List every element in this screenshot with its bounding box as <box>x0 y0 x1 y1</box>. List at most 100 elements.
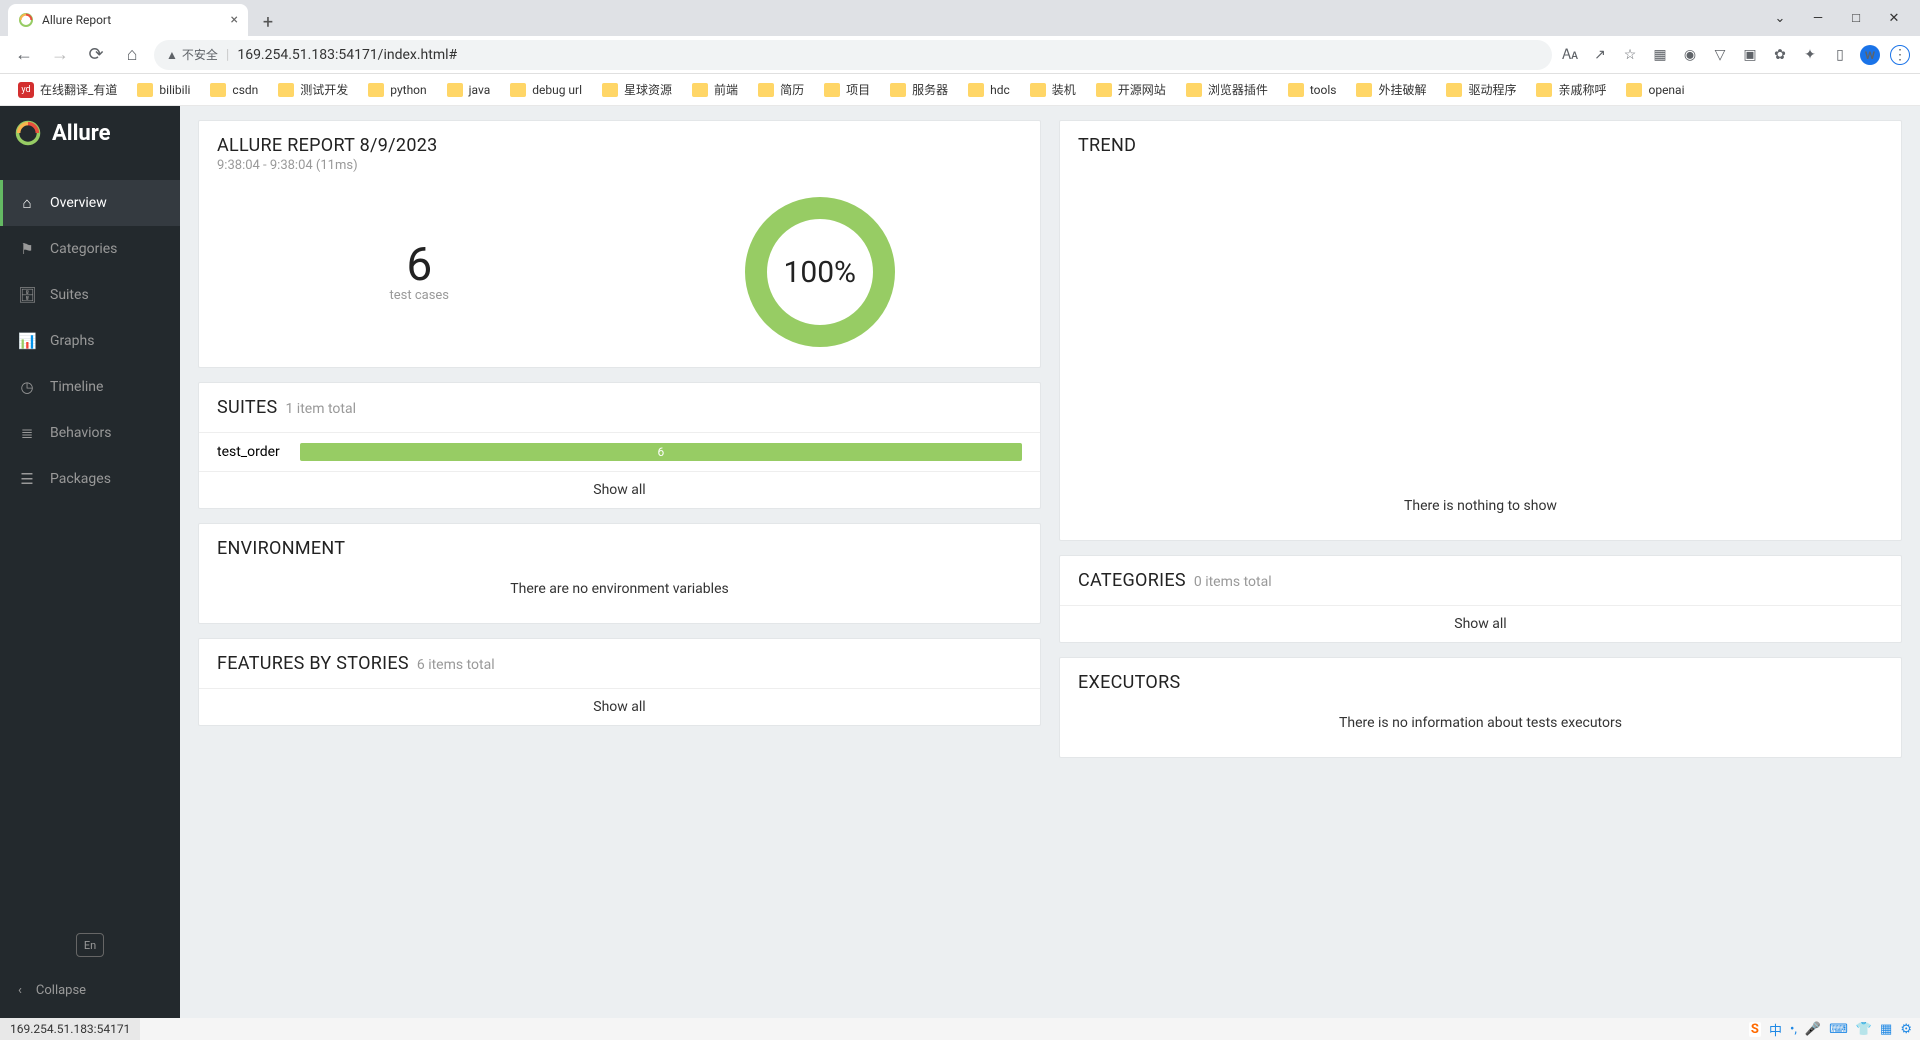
clock-icon: ◷ <box>18 378 36 396</box>
tab-title: Allure Report <box>42 13 111 27</box>
bookmark-item[interactable]: 前端 <box>684 77 746 102</box>
ime-tray: S 中 •, 🎤 ⌨ 👕 ▦ ⚙ <box>1741 1018 1920 1040</box>
test-count-label: test cases <box>219 288 620 303</box>
allure-logo-icon <box>14 119 42 147</box>
features-title: FEATURES BY STORIES <box>217 653 409 674</box>
ime-settings-icon[interactable]: ⚙ <box>1900 1022 1912 1037</box>
share-icon[interactable]: ↗ <box>1590 45 1610 65</box>
folder-icon <box>1356 83 1372 97</box>
features-show-all-link[interactable]: Show all <box>199 688 1040 725</box>
suite-row[interactable]: test_order 6 <box>199 432 1040 471</box>
tab-close-icon[interactable]: × <box>231 12 238 28</box>
ime-keyboard-icon[interactable]: ⌨ <box>1829 1022 1848 1037</box>
nav-packages[interactable]: ☰Packages <box>0 456 180 502</box>
bookmark-item[interactable]: 外挂破解 <box>1348 77 1434 102</box>
forward-button[interactable]: → <box>46 41 74 69</box>
ext-icon-3[interactable]: ▽ <box>1710 45 1730 65</box>
bookmark-item[interactable]: bilibili <box>129 79 198 101</box>
bookmark-item[interactable]: openai <box>1618 79 1692 101</box>
back-button[interactable]: ← <box>10 41 38 69</box>
environment-empty: There are no environment variables <box>217 559 1022 609</box>
youdao-icon: yd <box>18 82 34 98</box>
sidebar-header[interactable]: Allure <box>0 106 180 160</box>
features-card: FEATURES BY STORIES 6 items total Show a… <box>198 638 1041 726</box>
categories-subtitle: 0 items total <box>1194 574 1272 590</box>
ime-lang-icon[interactable]: 中 <box>1769 1020 1782 1039</box>
collapse-sidebar-button[interactable]: ‹ Collapse <box>0 975 180 1006</box>
ime-toolbox-icon[interactable]: ▦ <box>1880 1022 1892 1037</box>
window-dropdown-button[interactable]: ⌄ <box>1762 4 1798 32</box>
chart-icon: 📊 <box>18 332 36 350</box>
folder-icon <box>1626 83 1642 97</box>
browser-tab[interactable]: Allure Report × <box>8 4 248 36</box>
bookmark-item[interactable]: java <box>439 79 499 101</box>
bookmark-item[interactable]: csdn <box>202 79 266 101</box>
ime-skin-icon[interactable]: 👕 <box>1856 1022 1872 1037</box>
nav-graphs[interactable]: 📊Graphs <box>0 318 180 364</box>
test-count: 6 <box>219 242 620 288</box>
new-tab-button[interactable]: + <box>254 8 282 36</box>
folder-icon <box>368 83 384 97</box>
ext-icon-1[interactable]: ▦ <box>1650 45 1670 65</box>
bookmark-item[interactable]: 星球资源 <box>594 77 680 102</box>
home-button[interactable]: ⌂ <box>118 41 146 69</box>
extensions-icon[interactable]: ✦ <box>1800 45 1820 65</box>
reload-button[interactable]: ⟳ <box>82 41 110 69</box>
main-content: ALLURE REPORT 8/9/2023 9:38:04 - 9:38:04… <box>180 106 1920 1018</box>
side-panel-icon[interactable]: ▯ <box>1830 45 1850 65</box>
bookmark-item[interactable]: yd在线翻译_有道 <box>10 77 125 102</box>
suites-show-all-link[interactable]: Show all <box>199 471 1040 508</box>
window-minimize-button[interactable]: — <box>1800 4 1836 32</box>
browser-menu-button[interactable]: ⋮ <box>1890 45 1910 65</box>
folder-icon <box>210 83 226 97</box>
folder-icon <box>137 83 153 97</box>
url-text: 169.254.51.183:54171/index.html# <box>237 47 457 63</box>
bookmark-item[interactable]: 驱动程序 <box>1438 77 1524 102</box>
nav-categories[interactable]: ⚑Categories <box>0 226 180 272</box>
bookmark-item[interactable]: python <box>360 79 434 101</box>
pass-rate-donut[interactable]: 100% <box>745 197 895 347</box>
warning-icon: ▲ <box>166 48 178 62</box>
ext-icon-2[interactable]: ◉ <box>1680 45 1700 65</box>
bookmarks-bar: yd在线翻译_有道 bilibili csdn 测试开发 python java… <box>0 74 1920 106</box>
categories-show-all-link[interactable]: Show all <box>1060 605 1901 642</box>
bookmark-item[interactable]: 简历 <box>750 77 812 102</box>
url-field[interactable]: ▲ 不安全 | 169.254.51.183:54171/index.html# <box>154 40 1552 70</box>
ext-icon-5[interactable]: ✿ <box>1770 45 1790 65</box>
allure-favicon <box>18 12 34 28</box>
star-icon[interactable]: ☆ <box>1620 45 1640 65</box>
bookmark-item[interactable]: 测试开发 <box>270 77 356 102</box>
ime-sogou-icon[interactable]: S <box>1749 1022 1761 1037</box>
bookmark-item[interactable]: hdc <box>960 79 1018 101</box>
ext-icon-4[interactable]: ▣ <box>1740 45 1760 65</box>
nav-behaviors[interactable]: ≣Behaviors <box>0 410 180 456</box>
ime-punct-icon[interactable]: •, <box>1790 1022 1797 1037</box>
bookmark-item[interactable]: 亲戚称呼 <box>1528 77 1614 102</box>
window-close-button[interactable]: ✕ <box>1876 4 1912 32</box>
sidebar-nav: ⌂Overview ⚑Categories 🗄Suites 📊Graphs ◷T… <box>0 180 180 502</box>
bookmark-item[interactable]: 项目 <box>816 77 878 102</box>
nav-overview[interactable]: ⌂Overview <box>0 180 180 226</box>
nav-suites[interactable]: 🗄Suites <box>0 272 180 318</box>
bookmark-item[interactable]: tools <box>1280 79 1345 101</box>
nav-timeline[interactable]: ◷Timeline <box>0 364 180 410</box>
address-bar: ← → ⟳ ⌂ ▲ 不安全 | 169.254.51.183:54171/ind… <box>0 36 1920 74</box>
folder-icon <box>824 83 840 97</box>
window-maximize-button[interactable]: □ <box>1838 4 1874 32</box>
suites-card: SUITES 1 item total test_order 6 Show al… <box>198 382 1041 509</box>
categories-title: CATEGORIES <box>1078 570 1186 591</box>
bookmark-item[interactable]: 装机 <box>1022 77 1084 102</box>
profile-avatar[interactable]: w <box>1860 45 1880 65</box>
insecure-badge[interactable]: ▲ 不安全 <box>166 46 218 63</box>
language-toggle[interactable]: En <box>76 933 104 957</box>
translate-icon[interactable]: 🗛 <box>1560 45 1580 65</box>
bookmark-item[interactable]: 浏览器插件 <box>1178 77 1276 102</box>
suites-subtitle: 1 item total <box>285 401 356 417</box>
home-icon: ⌂ <box>18 194 36 212</box>
folder-icon <box>447 83 463 97</box>
bookmark-item[interactable]: debug url <box>502 79 590 101</box>
bookmark-item[interactable]: 开源网站 <box>1088 77 1174 102</box>
bookmark-item[interactable]: 服务器 <box>882 77 956 102</box>
ime-mic-icon[interactable]: 🎤 <box>1805 1022 1821 1037</box>
folder-icon <box>278 83 294 97</box>
